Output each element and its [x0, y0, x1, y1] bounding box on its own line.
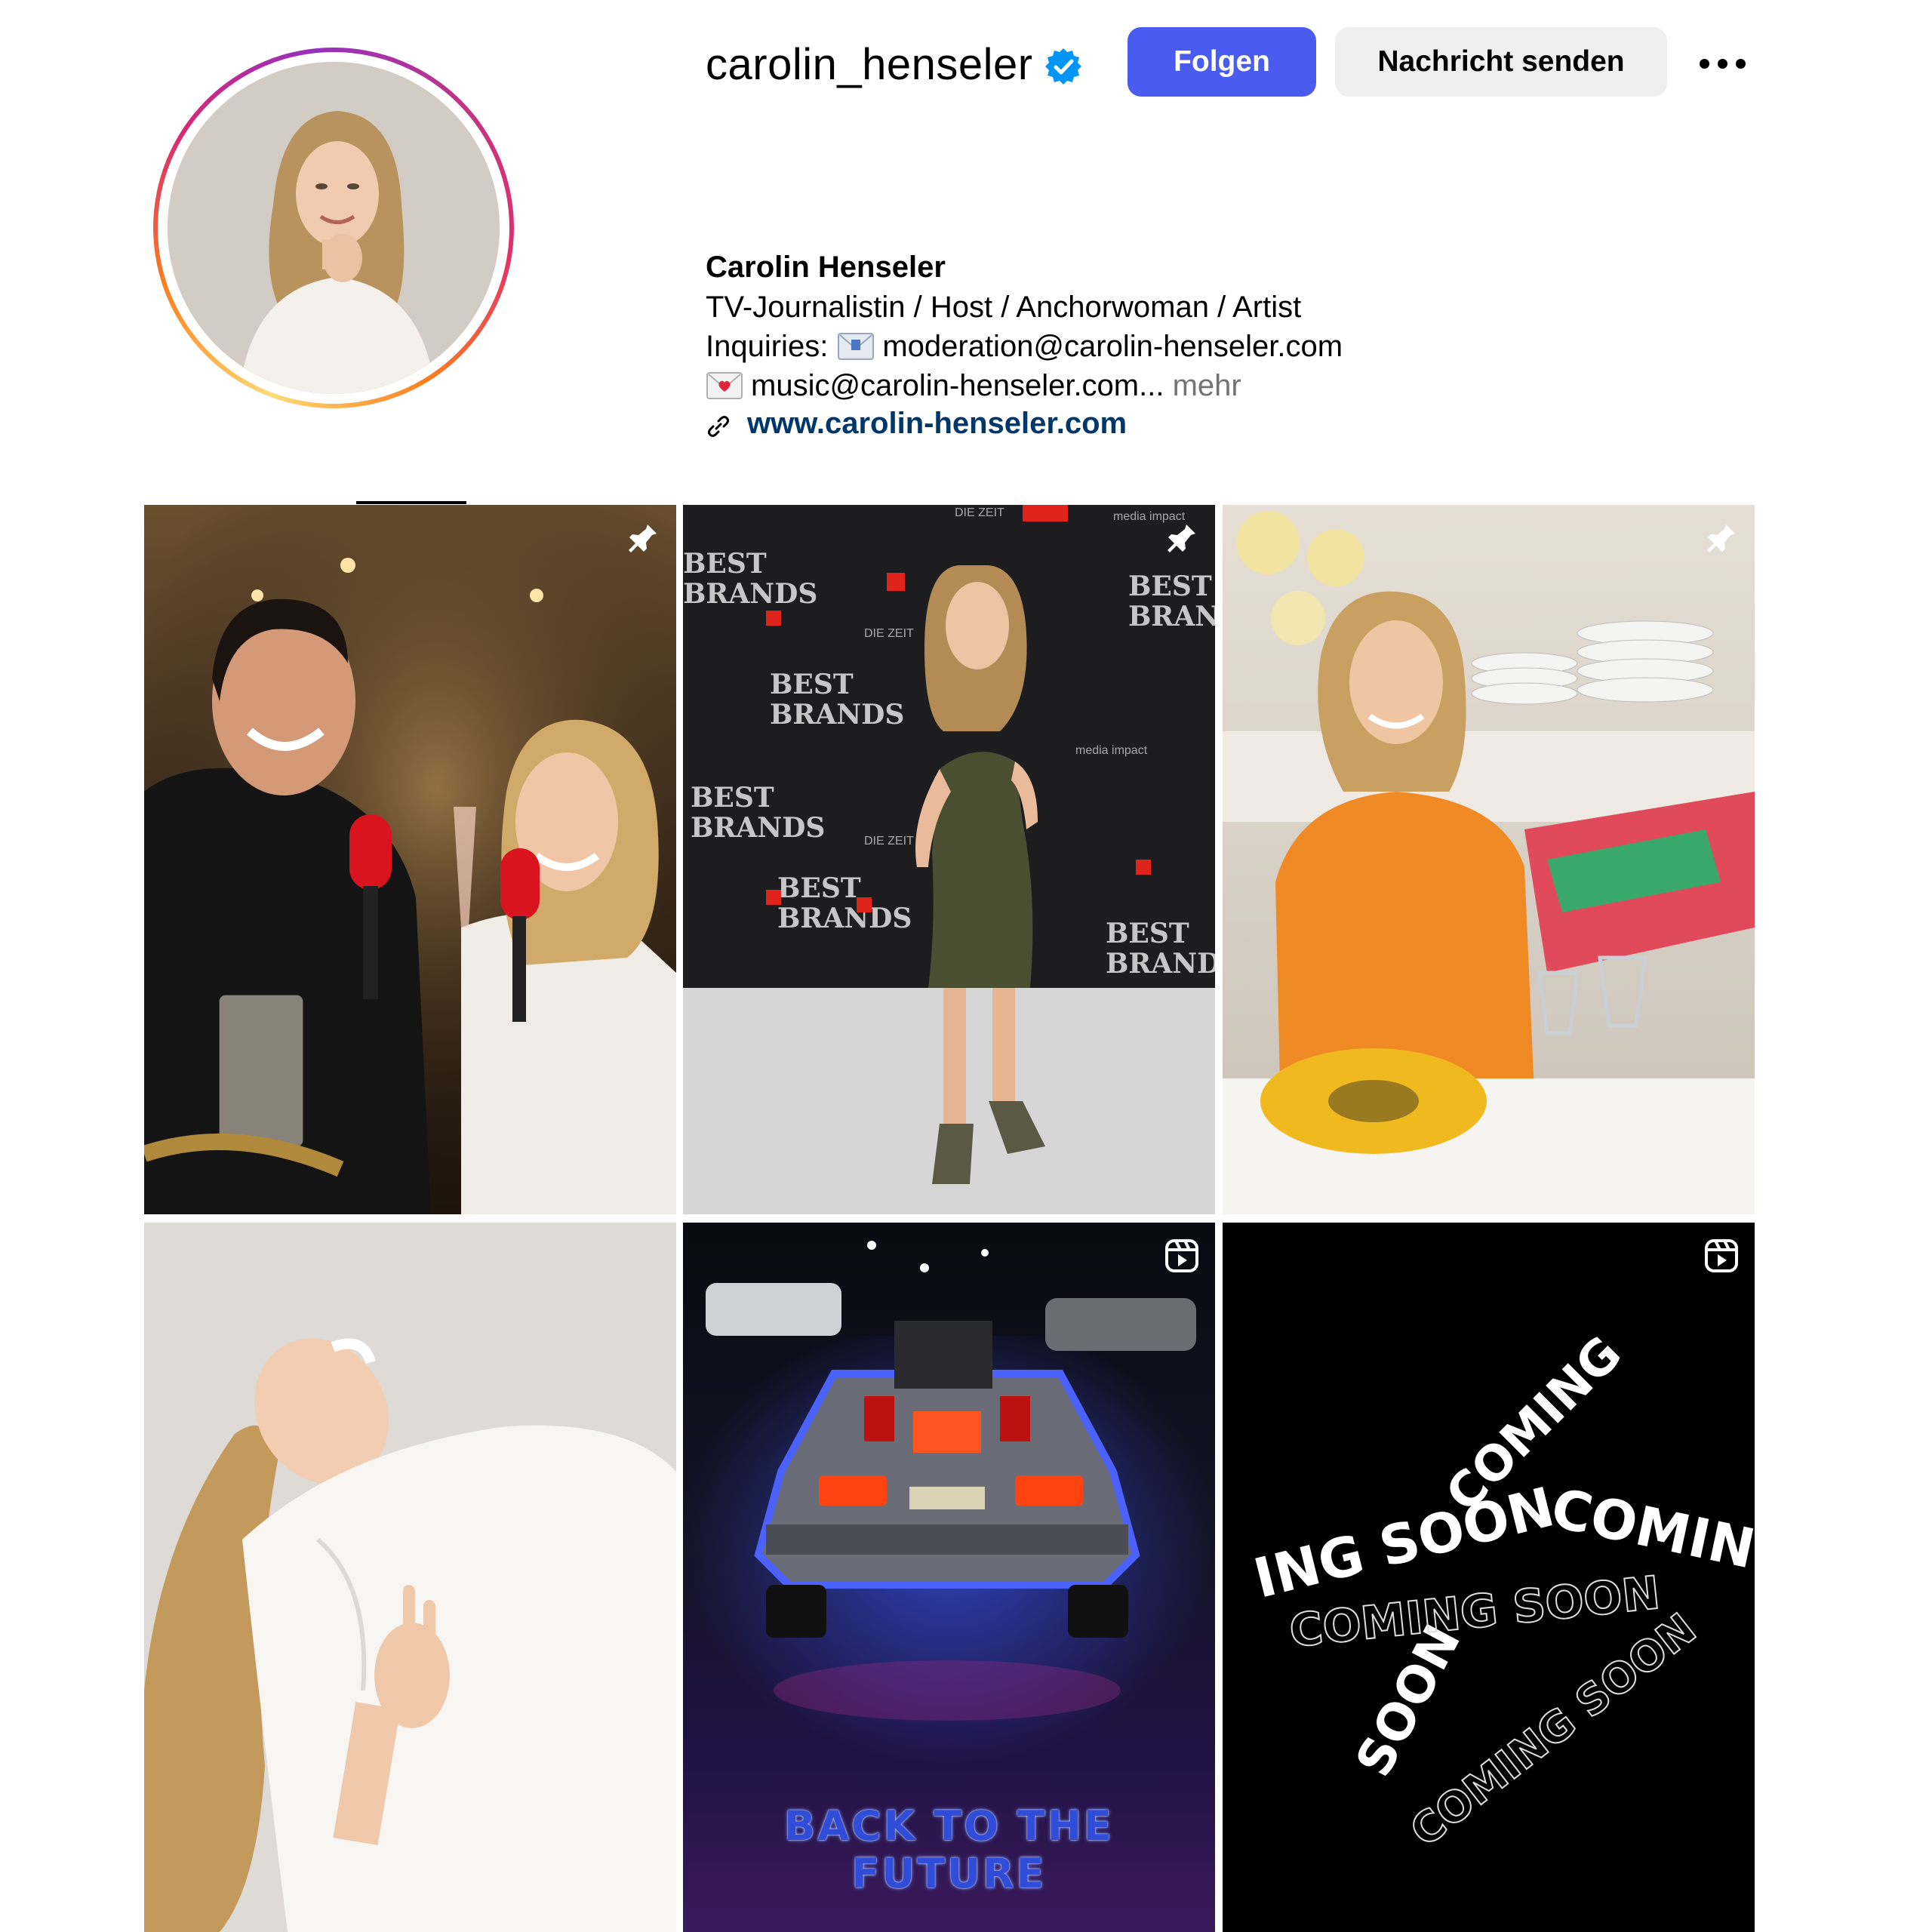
bio-inquiries: Inquiries: moderation@carolin-henseler.co…: [706, 327, 1343, 366]
email-envelope-icon: [837, 331, 875, 360]
svg-text:BRANDS: BRANDS: [1128, 601, 1215, 632]
pin-icon: [629, 525, 657, 552]
pin-icon: [1707, 525, 1735, 552]
post-tile-5[interactable]: BACK TO THE FUTURE: [683, 1223, 1215, 1932]
bio-music-email[interactable]: music@carolin-henseler.com...: [751, 369, 1164, 402]
follow-button[interactable]: Folgen: [1128, 27, 1316, 97]
pin-icon: [1168, 525, 1195, 552]
svg-text:media impact: media impact: [1075, 744, 1148, 757]
svg-text:BRANDS: BRANDS: [777, 903, 912, 934]
svg-text:DIE ZEIT: DIE ZEIT: [864, 835, 914, 848]
svg-text:BEST: BEST: [770, 669, 854, 700]
bio-inquiries-label: Inquiries:: [706, 330, 829, 363]
reel-icon: [1705, 1239, 1738, 1272]
svg-text:BEST: BEST: [777, 872, 861, 904]
more-options-icon[interactable]: [1689, 41, 1757, 86]
profile-full-name: Carolin Henseler: [706, 251, 946, 284]
reel-icon: [1165, 1239, 1198, 1272]
bio-more-link[interactable]: mehr: [1173, 369, 1241, 402]
verified-badge-icon: [1044, 47, 1083, 86]
post-tile-4[interactable]: [144, 1223, 676, 1932]
svg-text:BRANDS: BRANDS: [683, 578, 817, 610]
profile-username: carolin_henseler: [706, 40, 1033, 89]
svg-text:BRANDS: BRANDS: [1106, 948, 1215, 980]
bio-music: music@carolin-henseler.com... mehr: [706, 366, 1241, 405]
post-tile-3[interactable]: [1223, 505, 1755, 1214]
svg-text:BEST: BEST: [1128, 571, 1212, 602]
post-tile-6[interactable]: ING SOON COMING COMING SOON COMING SOON …: [1223, 1223, 1755, 1932]
reel-caption-back-to-the-future: BACK TO THE FUTURE: [784, 1802, 1114, 1897]
post-tile-1[interactable]: [144, 505, 676, 1214]
link-icon: [706, 414, 731, 439]
bio-moderation-email[interactable]: moderation@carolin-henseler.com: [882, 330, 1343, 363]
profile-avatar[interactable]: [168, 62, 500, 394]
svg-text:BEST: BEST: [691, 782, 774, 814]
website-link[interactable]: www.carolin-henseler.com: [747, 404, 1127, 443]
send-message-button[interactable]: Nachricht senden: [1335, 27, 1667, 97]
svg-text:DIE ZEIT: DIE ZEIT: [864, 627, 914, 640]
svg-text:BRANDS: BRANDS: [691, 812, 825, 844]
bio-occupation: TV-Journalistin / Host / Anchorwoman / A…: [706, 291, 1302, 324]
svg-text:BEST: BEST: [683, 548, 767, 580]
svg-text:BRANDS: BRANDS: [770, 699, 904, 731]
posts-tab-indicator[interactable]: [356, 501, 466, 504]
post-tile-2[interactable]: BEST BRANDS BEST BRANDS BEST BRANDS BEST BRA…: [683, 505, 1215, 1214]
love-letter-icon: [706, 371, 743, 399]
svg-text:DIE ZEIT: DIE ZEIT: [955, 506, 1004, 519]
svg-text:BEST: BEST: [1106, 918, 1189, 949]
